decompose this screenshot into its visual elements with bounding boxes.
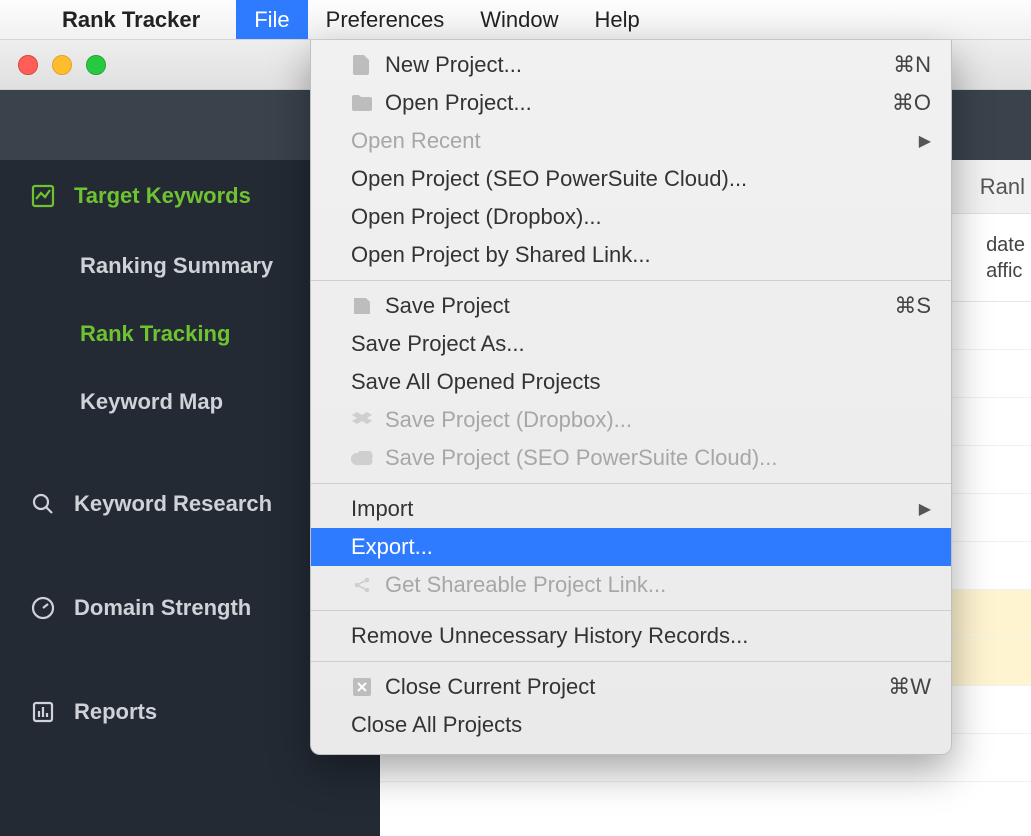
menu-save-project-as[interactable]: Save Project As... bbox=[311, 325, 951, 363]
menu-label: Save All Opened Projects bbox=[351, 369, 931, 395]
menu-open-recent: Open Recent ▶ bbox=[311, 122, 951, 160]
menu-label: Open Recent bbox=[351, 128, 919, 154]
menu-separator bbox=[311, 661, 951, 662]
menu-label: Close All Projects bbox=[351, 712, 931, 738]
menu-import[interactable]: Import ▶ bbox=[311, 490, 951, 528]
menu-help[interactable]: Help bbox=[577, 0, 658, 39]
menu-label: Close Current Project bbox=[351, 674, 888, 700]
file-menu-dropdown: New Project... ⌘N Open Project... ⌘O Ope… bbox=[310, 40, 952, 755]
window-zoom-button[interactable] bbox=[86, 55, 106, 75]
sidebar-label: Reports bbox=[74, 699, 157, 725]
menu-label: New Project... bbox=[351, 52, 893, 78]
dropbox-icon bbox=[351, 409, 373, 431]
menu-shortcut: ⌘N bbox=[893, 52, 931, 78]
menu-label: Open Project (SEO PowerSuite Cloud)... bbox=[351, 166, 931, 192]
sidebar-label: Keyword Research bbox=[74, 491, 272, 517]
close-icon bbox=[351, 676, 373, 698]
sidebar-label: Domain Strength bbox=[74, 595, 251, 621]
app-name[interactable]: Rank Tracker bbox=[62, 7, 236, 33]
menu-label: Open Project... bbox=[351, 90, 892, 116]
menu-label: Remove Unnecessary History Records... bbox=[351, 623, 931, 649]
menu-shortcut: ⌘W bbox=[888, 674, 931, 700]
search-icon bbox=[30, 492, 56, 516]
sidebar-label: Rank Tracking bbox=[80, 321, 230, 347]
menu-new-project[interactable]: New Project... ⌘N bbox=[311, 46, 951, 84]
menu-preferences[interactable]: Preferences bbox=[308, 0, 463, 39]
menu-separator bbox=[311, 280, 951, 281]
menu-export[interactable]: Export... bbox=[311, 528, 951, 566]
submenu-arrow-icon: ▶ bbox=[919, 499, 931, 519]
menu-open-project-dropbox[interactable]: Open Project (Dropbox)... bbox=[311, 198, 951, 236]
share-icon bbox=[351, 574, 373, 596]
menu-open-project[interactable]: Open Project... ⌘O bbox=[311, 84, 951, 122]
floppy-disk-icon bbox=[351, 295, 373, 317]
menu-save-project[interactable]: Save Project ⌘S bbox=[311, 287, 951, 325]
sidebar-label: Target Keywords bbox=[74, 183, 251, 209]
menu-label: Open Project by Shared Link... bbox=[351, 242, 931, 268]
menu-separator bbox=[311, 483, 951, 484]
menu-save-project-cloud: Save Project (SEO PowerSuite Cloud)... bbox=[311, 439, 951, 477]
menu-open-project-cloud[interactable]: Open Project (SEO PowerSuite Cloud)... bbox=[311, 160, 951, 198]
menu-label: Save Project (SEO PowerSuite Cloud)... bbox=[351, 445, 931, 471]
bar-chart-icon bbox=[30, 700, 56, 724]
chart-line-icon bbox=[30, 184, 56, 208]
sidebar-label: Keyword Map bbox=[80, 389, 223, 415]
menu-shortcut: ⌘S bbox=[894, 293, 931, 319]
menu-get-shareable-link: Get Shareable Project Link... bbox=[311, 566, 951, 604]
menu-label: Open Project (Dropbox)... bbox=[351, 204, 931, 230]
filter-text-partial: date affic bbox=[986, 232, 1025, 284]
menu-close-all-projects[interactable]: Close All Projects bbox=[311, 706, 951, 744]
menu-label: Export... bbox=[351, 534, 931, 560]
menu-open-project-shared-link[interactable]: Open Project by Shared Link... bbox=[311, 236, 951, 274]
tab-partial[interactable]: Ranl bbox=[980, 174, 1025, 200]
menu-separator bbox=[311, 610, 951, 611]
file-icon bbox=[351, 54, 373, 76]
menu-label: Save Project As... bbox=[351, 331, 931, 357]
gauge-icon bbox=[30, 596, 56, 620]
menu-label: Save Project bbox=[351, 293, 894, 319]
menu-shortcut: ⌘O bbox=[892, 90, 931, 116]
submenu-arrow-icon: ▶ bbox=[919, 131, 931, 151]
menu-label: Save Project (Dropbox)... bbox=[351, 407, 931, 433]
menu-save-all-projects[interactable]: Save All Opened Projects bbox=[311, 363, 951, 401]
window-close-button[interactable] bbox=[18, 55, 38, 75]
sidebar-label: Ranking Summary bbox=[80, 253, 273, 279]
menu-label: Import bbox=[351, 496, 919, 522]
menu-file[interactable]: File bbox=[236, 0, 307, 39]
folder-icon bbox=[351, 92, 373, 114]
menu-window[interactable]: Window bbox=[462, 0, 576, 39]
cloud-icon bbox=[351, 447, 373, 469]
menu-save-project-dropbox: Save Project (Dropbox)... bbox=[311, 401, 951, 439]
menu-label: Get Shareable Project Link... bbox=[351, 572, 931, 598]
menu-remove-history-records[interactable]: Remove Unnecessary History Records... bbox=[311, 617, 951, 655]
window-minimize-button[interactable] bbox=[52, 55, 72, 75]
macos-menubar: Rank Tracker File Preferences Window Hel… bbox=[0, 0, 1031, 40]
menu-close-current-project[interactable]: Close Current Project ⌘W bbox=[311, 668, 951, 706]
